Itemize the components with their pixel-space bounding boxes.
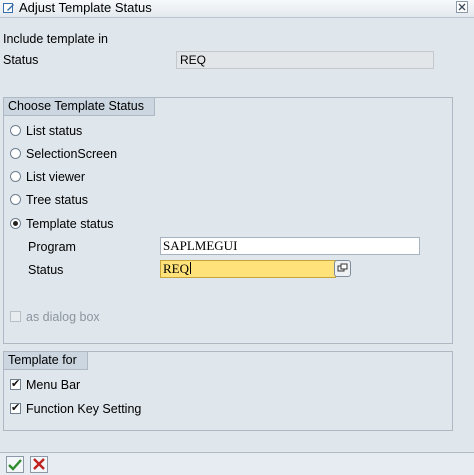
status-label: Status [3, 53, 39, 67]
template-for-group: Template for ✔ Menu Bar ✔ Function Key S… [3, 351, 453, 431]
cancel-icon [33, 458, 45, 470]
radio-button-selected[interactable] [10, 218, 21, 229]
group-title-choose: Choose Template Status [4, 98, 155, 116]
status-readonly-field: REQ [176, 51, 434, 69]
checkbox-label: Menu Bar [26, 378, 81, 392]
cancel-button[interactable] [30, 456, 48, 473]
checkbox[interactable] [10, 311, 21, 322]
radio-button[interactable] [10, 171, 21, 182]
confirm-button[interactable] [6, 456, 24, 473]
include-template-label: Include template in [3, 32, 108, 46]
radio-button[interactable] [10, 125, 21, 136]
title-bar: Adjust Template Status [0, 0, 474, 18]
checkbox[interactable]: ✔ [10, 402, 21, 414]
radio-label: List viewer [26, 170, 86, 184]
radio-label: SelectionScreen [26, 147, 118, 161]
value-help-button[interactable] [334, 260, 351, 277]
check-icon: ✔ [11, 378, 21, 390]
radio-button[interactable] [10, 148, 21, 159]
radio-label: Tree status [26, 193, 89, 207]
choose-template-status-group: Choose Template Status List status Selec… [3, 97, 453, 344]
confirm-icon [8, 459, 22, 471]
edit-window-icon [3, 3, 14, 13]
window-title: Adjust Template Status [19, 0, 152, 15]
radio-button[interactable] [10, 194, 21, 205]
radio-label: List status [26, 124, 83, 138]
checkbox-label: as dialog box [26, 310, 100, 324]
bottom-toolbar [0, 452, 474, 475]
template-status-label: Status [28, 263, 64, 277]
program-input[interactable]: SAPLMEGUI [160, 237, 420, 255]
checkbox[interactable]: ✔ [10, 378, 21, 390]
text-cursor [190, 262, 191, 274]
close-button[interactable] [456, 1, 468, 13]
radio-label: Template status [26, 217, 114, 231]
group-title-template-for: Template for [4, 352, 88, 370]
template-status-input[interactable]: REQ [160, 260, 336, 278]
close-icon [458, 3, 466, 11]
value-help-icon [337, 263, 348, 272]
checkbox-label: Function Key Setting [26, 402, 142, 416]
template-status-value: REQ [163, 261, 189, 276]
program-label: Program [28, 240, 76, 254]
check-icon: ✔ [11, 402, 21, 414]
